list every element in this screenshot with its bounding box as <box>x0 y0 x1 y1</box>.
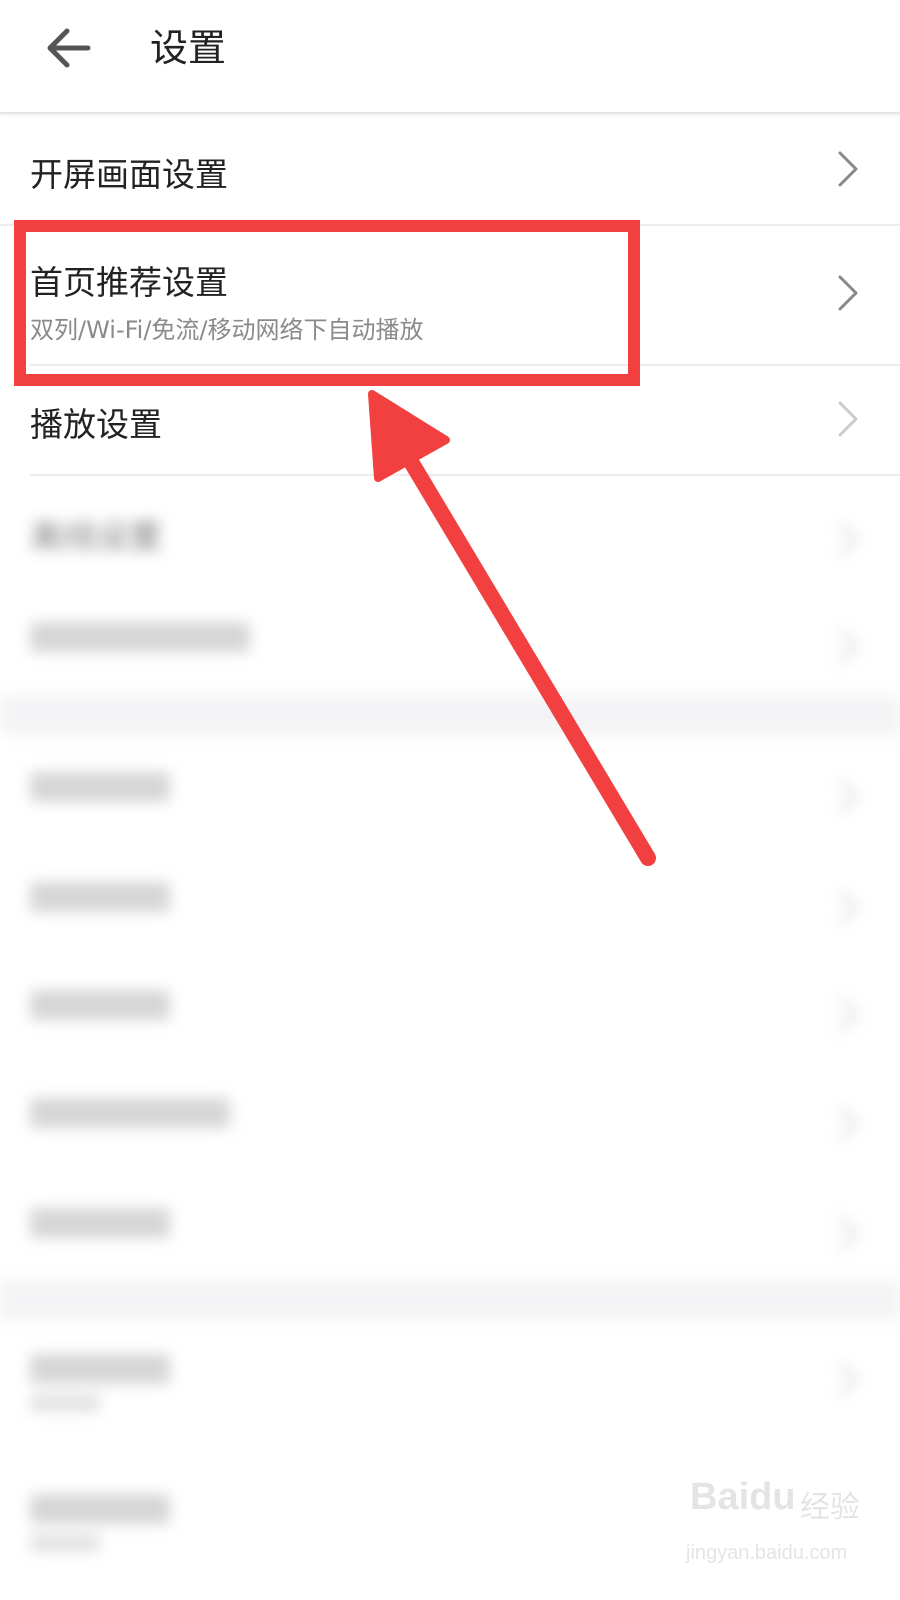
chevron-right-icon <box>838 521 859 557</box>
watermark-url: jingyan.baidu.com <box>686 1542 848 1564</box>
blurred-settings-list: 离线设置 <box>0 480 900 1600</box>
divider <box>30 474 900 476</box>
settings-item-home-recommend[interactable]: 首页推荐设置 双列/Wi-Fi/免流/移动网络下自动播放 <box>0 226 900 364</box>
chevron-right-icon <box>838 1105 859 1141</box>
section-separator <box>0 695 900 735</box>
chevron-right-icon <box>838 275 858 311</box>
list-item[interactable] <box>0 976 900 1076</box>
list-item[interactable] <box>0 1084 900 1184</box>
placeholder-bar <box>30 1208 170 1238</box>
placeholder-bar <box>30 1534 100 1552</box>
list-item[interactable] <box>0 1194 900 1294</box>
top-bar: 设置 <box>0 0 900 114</box>
chevron-right-icon <box>838 1215 859 1251</box>
settings-item-splash-screen[interactable]: 开屏画面设置 <box>0 112 900 224</box>
arrow-left-icon <box>47 28 91 68</box>
placeholder-bar <box>30 1494 170 1524</box>
placeholder-bar <box>30 772 170 802</box>
list-item[interactable]: 离线设置 <box>0 500 900 600</box>
settings-item-description: 双列/Wi-Fi/免流/移动网络下自动播放 <box>30 316 424 344</box>
list-item[interactable] <box>0 608 900 708</box>
chevron-right-icon <box>838 779 859 815</box>
placeholder-bar <box>30 1394 100 1412</box>
watermark-cn: 经验 <box>800 1490 860 1525</box>
chevron-right-icon <box>838 629 859 665</box>
watermark-brand: Baidu <box>690 1476 796 1518</box>
page-title: 设置 <box>150 26 227 70</box>
chevron-right-icon <box>838 401 858 437</box>
watermark: Baidu 经验 jingyan.baidu.com <box>680 1470 880 1580</box>
settings-item-label: 开屏画面设置 <box>30 155 228 194</box>
chevron-right-icon <box>838 1361 859 1397</box>
settings-item-label: 播放设置 <box>30 405 162 444</box>
list-item[interactable] <box>0 758 900 858</box>
list-item[interactable] <box>0 1340 900 1460</box>
chevron-right-icon <box>838 151 858 187</box>
settings-item-label: 离线设置 <box>30 517 162 556</box>
back-button[interactable] <box>40 20 96 76</box>
settings-item-label: 首页推荐设置 <box>30 263 228 302</box>
chevron-right-icon <box>838 889 859 925</box>
placeholder-bar <box>30 990 170 1020</box>
list-item[interactable] <box>0 868 900 968</box>
placeholder-bar <box>30 622 250 652</box>
placeholder-bar <box>30 1354 170 1384</box>
chevron-right-icon <box>838 997 859 1033</box>
settings-item-playback[interactable]: 播放设置 <box>0 366 900 474</box>
settings-screen: 设置 开屏画面设置 首页推荐设置 双列/Wi-Fi/免流/移动网络下自动播放 播… <box>0 0 900 1600</box>
placeholder-bar <box>30 1098 230 1128</box>
section-separator <box>0 1280 900 1320</box>
placeholder-bar <box>30 882 170 912</box>
